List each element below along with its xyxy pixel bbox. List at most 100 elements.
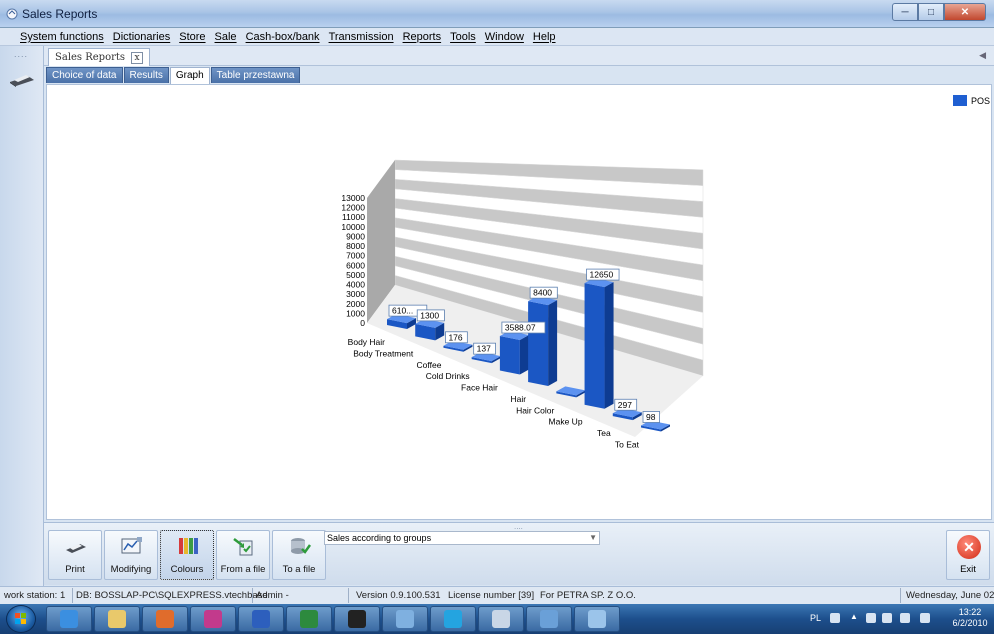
keyboard-icon[interactable]: [830, 613, 840, 623]
modifying-button[interactable]: Modifying: [104, 530, 158, 580]
clock-date: 6/2/2010: [952, 618, 988, 628]
y-tick-label: 7000: [346, 251, 365, 261]
status-separator: [348, 588, 349, 603]
app-icon: [6, 8, 18, 20]
data-label: 297: [618, 400, 632, 410]
clock[interactable]: 13:22 6/2/2010: [948, 607, 992, 629]
y-tick-label: 8000: [346, 241, 365, 251]
window-title: Sales Reports: [22, 7, 98, 21]
import-file-icon: [233, 538, 253, 556]
taskbar-app-button[interactable]: [46, 606, 92, 632]
taskbar-app-button[interactable]: [526, 606, 572, 632]
tab-graph[interactable]: Graph: [169, 67, 210, 84]
y-tick-label: 4000: [346, 280, 365, 290]
data-label: 137: [477, 344, 491, 354]
category-label: Tea: [597, 428, 611, 438]
power-icon[interactable]: [900, 613, 910, 623]
status-workstation: work station: 1: [4, 590, 66, 601]
language-indicator[interactable]: PL: [810, 613, 821, 623]
to-file-button[interactable]: To a file: [272, 530, 326, 580]
start-button[interactable]: [6, 605, 36, 633]
menu-dictionaries[interactable]: Dictionaries: [110, 31, 173, 43]
taskbar-app-button[interactable]: [430, 606, 476, 632]
status-separator: [900, 588, 901, 603]
export-file-icon: [291, 538, 312, 554]
from-file-button[interactable]: From a file: [216, 530, 270, 580]
action-center-icon[interactable]: [866, 613, 876, 623]
taskbar-app-button[interactable]: [190, 606, 236, 632]
status-separator: [252, 588, 253, 603]
printer-icon[interactable]: [8, 68, 36, 88]
menu-transmission[interactable]: Transmission: [326, 31, 397, 43]
category-label: Coffee: [417, 360, 442, 370]
paint-app-icon: [204, 610, 222, 628]
tab-choice-of-data[interactable]: Choice of data: [46, 67, 123, 83]
menu-store[interactable]: Store: [176, 31, 208, 43]
close-tab-icon[interactable]: x: [131, 51, 144, 64]
close-icon: ✕: [960, 6, 970, 18]
print-button[interactable]: Print: [48, 530, 102, 580]
taskbar-app-button[interactable]: [286, 606, 332, 632]
chevron-down-icon[interactable]: ▼: [589, 532, 597, 544]
taskbar-app-button[interactable]: [478, 606, 524, 632]
splitter-handle[interactable]: ....: [514, 522, 523, 531]
menu-help[interactable]: Help: [530, 31, 559, 43]
tab-results[interactable]: Results: [123, 67, 169, 83]
network-icon[interactable]: [882, 613, 892, 623]
chart-edit-icon: [121, 537, 142, 554]
y-tick-label: 5000: [346, 270, 365, 280]
category-label: Face Hair: [461, 383, 498, 393]
menu-system-functions[interactable]: System functions: [17, 31, 107, 43]
status-licensee: For PETRA SP. Z O.O.: [540, 590, 636, 601]
menu-window[interactable]: Window: [482, 31, 527, 43]
maximize-icon: □: [927, 6, 935, 18]
legend-swatch: [953, 95, 967, 106]
tab-sales-reports[interactable]: Sales Reports x: [48, 48, 151, 66]
cmd-icon: [348, 610, 366, 628]
colours-button[interactable]: Colours: [160, 530, 214, 580]
bar-side: [548, 300, 558, 386]
y-tick-label: 9000: [346, 231, 365, 241]
tab-table-przestawna[interactable]: Table przestawna: [210, 67, 301, 83]
status-bar: work station: 1 DB: BOSSLAP-PC\SQLEXPRES…: [0, 586, 994, 604]
clock-time: 13:22: [958, 607, 982, 617]
taskbar-app-button[interactable]: [334, 606, 380, 632]
menu-tools[interactable]: Tools: [447, 31, 479, 43]
taskbar-app-button[interactable]: [94, 606, 140, 632]
tab-scroll-icon[interactable]: ◀: [979, 50, 986, 61]
bar-face-hair: [499, 336, 520, 375]
taskbar-app-button[interactable]: [238, 606, 284, 632]
category-label: Hair Color: [516, 405, 554, 415]
data-label: 176: [448, 332, 462, 342]
excel-icon: [300, 610, 318, 628]
minimize-icon: ─: [901, 6, 909, 18]
category-label: Body Hair: [348, 337, 385, 347]
from-file-label: From a file: [220, 564, 266, 575]
media-player-icon: [156, 610, 174, 628]
bottom-toolbar: .... Print Modifying Colours From a file…: [44, 522, 994, 585]
minimize-button[interactable]: ─: [892, 3, 918, 21]
status-date: Wednesday, June 02,: [906, 590, 994, 601]
exit-icon: ✕: [957, 535, 981, 559]
volume-icon[interactable]: [920, 613, 930, 623]
print-label: Print: [65, 564, 85, 575]
menu-cash-box-bank[interactable]: Cash-box/bank: [243, 31, 323, 43]
menu-reports[interactable]: Reports: [400, 31, 445, 43]
y-tick-label: 13000: [341, 193, 365, 203]
exit-button[interactable]: ✕ Exit: [946, 530, 990, 580]
tab-label: Sales Reports: [55, 52, 126, 63]
report-select[interactable]: Sales according to groups ▼: [324, 531, 600, 545]
maximize-button[interactable]: □: [918, 3, 944, 21]
taskbar-app-button[interactable]: [574, 606, 620, 632]
close-button[interactable]: ✕: [944, 3, 986, 21]
y-tick-label: 12000: [341, 203, 365, 213]
category-label: Hair: [511, 394, 527, 404]
show-hidden-icons-icon[interactable]: ▲: [850, 612, 860, 622]
taskbar-app-button[interactable]: [382, 606, 428, 632]
taskbar-app-button[interactable]: [142, 606, 188, 632]
grip-handle[interactable]: ....: [14, 49, 28, 59]
y-tick-label: 2000: [346, 299, 365, 309]
category-label: To Eat: [615, 440, 640, 450]
colours-label: Colours: [170, 564, 204, 575]
menu-sale[interactable]: Sale: [212, 31, 240, 43]
